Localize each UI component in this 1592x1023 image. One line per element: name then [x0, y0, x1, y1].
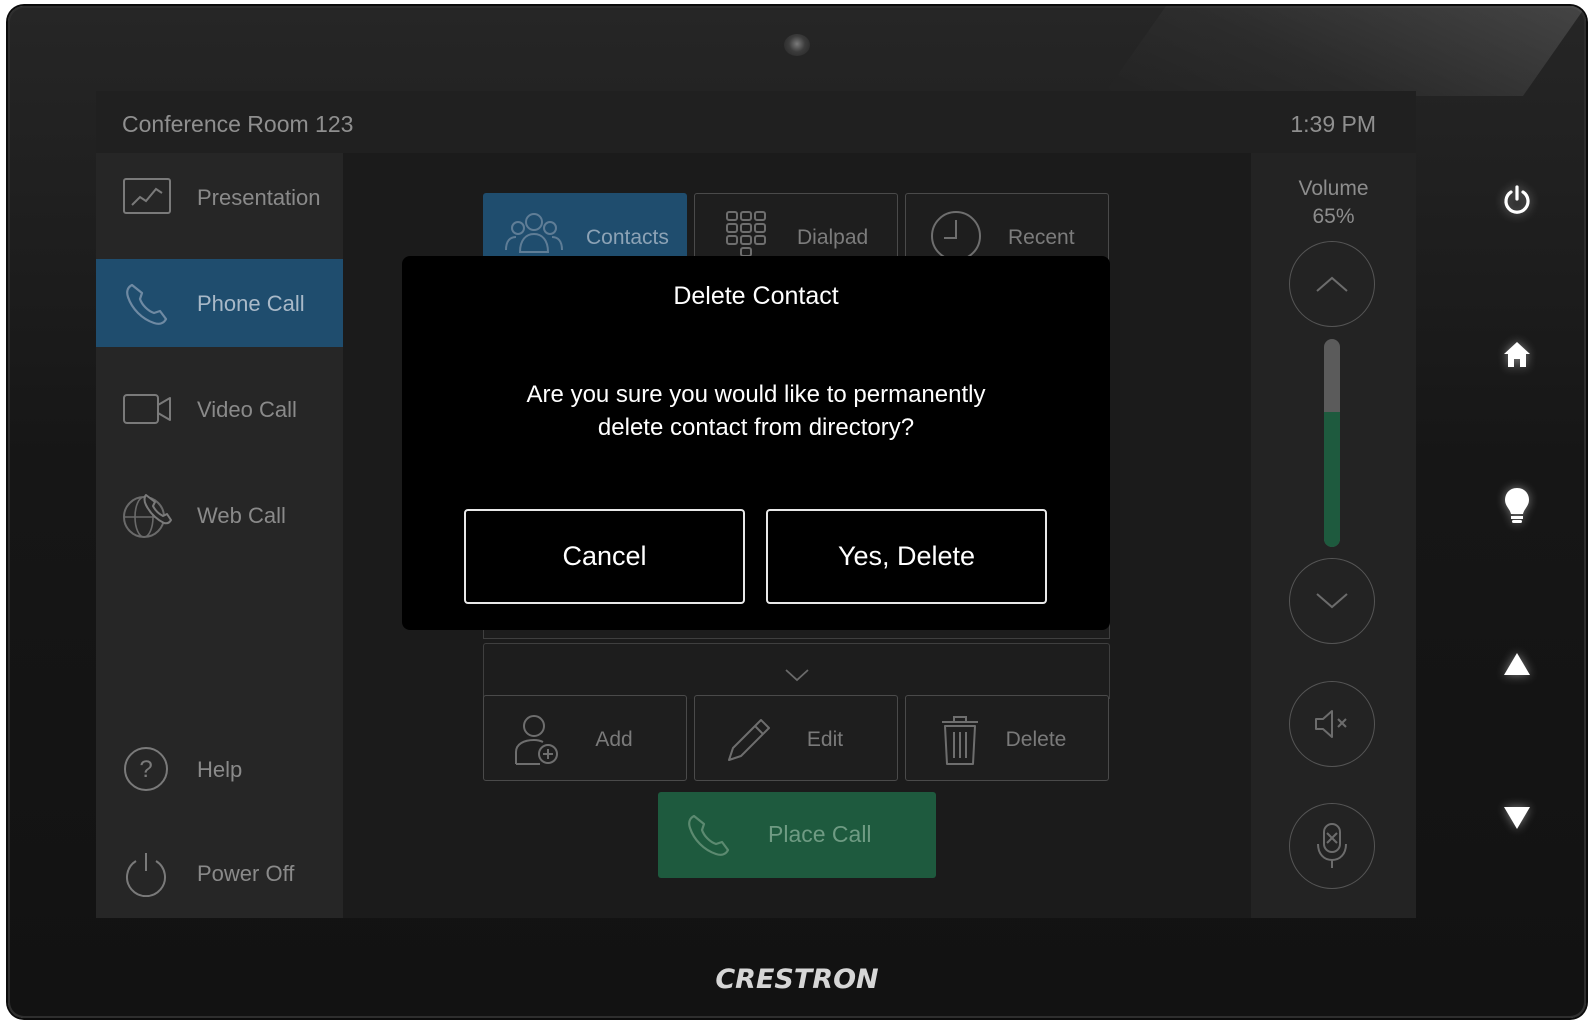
triangle-down-icon [1504, 807, 1530, 829]
phone-icon [126, 283, 168, 325]
hardware-up-button[interactable] [1492, 642, 1542, 686]
triangle-up-icon [1504, 653, 1530, 675]
hardware-down-button[interactable] [1492, 796, 1542, 840]
help-icon: ? [124, 747, 168, 791]
volume-value: 65% [1312, 205, 1355, 228]
presentation-chart-icon [123, 178, 171, 214]
power-icon [1504, 185, 1530, 214]
sidebar-item-label: Video Call [197, 397, 297, 422]
svg-text:?: ? [139, 756, 152, 783]
volume-label: Volume 65% [1251, 175, 1416, 231]
sidebar-item-label: Phone Call [197, 291, 305, 316]
sidebar-item-presentation[interactable]: Presentation [96, 153, 343, 241]
volume-slider[interactable] [1324, 339, 1340, 547]
chevron-up-icon [1316, 276, 1348, 292]
touch-screen: Conference Room 123 1:39 PM Presentation… [96, 91, 1416, 918]
dialog-message-line-2: delete contact from directory? [597, 414, 915, 441]
top-bar: Conference Room 123 1:39 PM [96, 91, 1416, 153]
edit-label: Edit [806, 728, 844, 751]
lightbulb-icon [1505, 488, 1529, 523]
add-label: Add [595, 728, 633, 751]
scroll-down-button[interactable] [483, 643, 1110, 699]
brand-logo: CRESTRON [715, 964, 879, 995]
volume-panel: Volume 65% [1251, 153, 1416, 918]
sidebar: Presentation Phone Call Video Call Web C… [96, 153, 343, 918]
chevron-down-icon [785, 669, 809, 682]
dialog-message: Are you sure you would like to permanent… [402, 378, 1110, 444]
speaker-mute-icon [1315, 710, 1347, 738]
room-name: Conference Room 123 [122, 111, 354, 137]
add-contact-button[interactable]: Add [483, 695, 687, 781]
mute-speaker-button[interactable] [1289, 681, 1375, 767]
sidebar-item-video-call[interactable]: Video Call [96, 365, 343, 453]
hardware-power-button[interactable] [1492, 178, 1542, 222]
camera-lens [784, 34, 810, 56]
volume-title: Volume [1298, 177, 1369, 200]
bezel-gloss [1102, 6, 1586, 96]
delete-contact-dialog: Delete Contact Are you sure you would li… [402, 256, 1110, 630]
video-camera-icon [123, 394, 171, 424]
sidebar-item-label: Web Call [197, 503, 286, 528]
dialog-message-line-1: Are you sure you would like to permanent… [526, 381, 986, 408]
sidebar-item-help[interactable]: ? Help [96, 725, 343, 813]
globe-phone-icon [123, 494, 172, 538]
place-call-label: Place Call [768, 821, 872, 847]
confirm-delete-button[interactable]: Yes, Delete [766, 509, 1047, 604]
edit-contact-button[interactable]: Edit [694, 695, 898, 781]
sidebar-item-web-call[interactable]: Web Call [96, 471, 343, 559]
volume-fill [1324, 411, 1340, 547]
dialog-title: Delete Contact [673, 282, 839, 310]
mute-mic-button[interactable] [1289, 803, 1375, 889]
sidebar-item-label: Help [197, 757, 243, 782]
volume-up-button[interactable] [1289, 241, 1375, 327]
power-icon [126, 853, 166, 897]
home-icon [1504, 342, 1530, 367]
delete-contact-button[interactable]: Delete [905, 695, 1109, 781]
tab-label: Recent [1008, 226, 1075, 249]
hardware-home-button[interactable] [1492, 332, 1542, 376]
delete-label: Delete [1005, 728, 1067, 751]
microphone-mute-icon [1317, 823, 1347, 868]
volume-down-button[interactable] [1289, 558, 1375, 644]
hardware-light-button[interactable] [1492, 484, 1542, 528]
sidebar-item-power-off[interactable]: Power Off [96, 829, 343, 917]
chevron-down-icon [1316, 593, 1348, 609]
sidebar-item-label: Power Off [197, 861, 295, 886]
clock: 1:39 PM [1290, 111, 1376, 137]
phone-icon [688, 814, 730, 856]
tab-label: Dialpad [797, 226, 869, 249]
sidebar-item-phone-call[interactable]: Phone Call [96, 259, 343, 347]
sidebar-item-label: Presentation [197, 185, 321, 210]
tab-label: Contacts [586, 226, 669, 249]
place-call-button[interactable]: Place Call [658, 792, 936, 878]
cancel-button[interactable]: Cancel [464, 509, 745, 604]
